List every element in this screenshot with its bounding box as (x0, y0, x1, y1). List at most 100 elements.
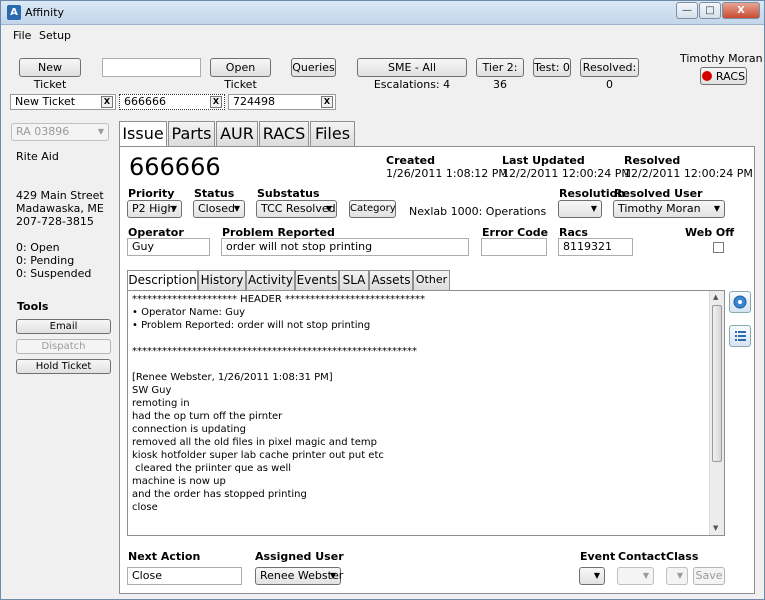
app-logo-icon: A (7, 5, 21, 20)
chevron-down-icon: ▼ (325, 204, 332, 213)
dispatch-button[interactable]: Dispatch (16, 339, 111, 354)
status-label: Status (194, 187, 235, 200)
priority-label: Priority (128, 187, 175, 200)
doc-tab-new-ticket[interactable]: New Ticket X (10, 94, 116, 110)
store-select-value: RA 03896 (16, 125, 70, 138)
close-tab-icon[interactable]: X (321, 96, 333, 108)
last-updated-value: 12/2/2011 12:00:24 PM (502, 167, 631, 180)
tab-other[interactable]: Other (413, 270, 450, 290)
web-off-checkbox[interactable] (713, 242, 724, 253)
description-scrollbar[interactable]: ▲ ▼ (709, 291, 724, 535)
open-count: 0: Open (16, 241, 60, 254)
description-text: ********************* HEADER ***********… (132, 294, 426, 513)
sme-escalations-button[interactable]: SME - All Escalations: 4 (357, 58, 467, 91)
chevron-down-icon: ▼ (642, 571, 649, 580)
resolved-button[interactable]: Resolved: 0 (580, 58, 639, 91)
tab-racs[interactable]: RACS (259, 121, 309, 146)
test-button[interactable]: Test: 0 (533, 58, 571, 77)
doc-tab-label: 666666 (124, 95, 166, 108)
web-off-label: Web Off (685, 226, 735, 239)
doc-tab-724498[interactable]: 724498 X (228, 94, 336, 110)
status-select[interactable]: Closed ▼ (193, 200, 245, 218)
tab-history[interactable]: History (198, 270, 246, 290)
menu-file[interactable]: File (13, 29, 31, 42)
tab-activity[interactable]: Activity (246, 270, 295, 290)
minimize-button[interactable]: — (676, 2, 698, 19)
list-side-button[interactable] (729, 325, 751, 347)
store-select[interactable]: RA 03896 ▼ (11, 123, 109, 141)
problem-reported-field[interactable]: order will not stop printing (221, 238, 469, 256)
category-button[interactable]: Category (349, 200, 396, 218)
tier2-button[interactable]: Tier 2: 36 (476, 58, 524, 91)
tab-issue[interactable]: Issue (119, 121, 167, 147)
menu-setup[interactable]: Setup (39, 29, 71, 42)
resolution-select[interactable]: ▼ (558, 200, 602, 218)
disc-icon (733, 295, 747, 309)
substatus-select[interactable]: TCC Resolved ▼ (256, 200, 337, 218)
close-tab-icon[interactable]: X (101, 96, 113, 108)
tab-description[interactable]: Description (127, 270, 198, 291)
close-tab-icon[interactable]: X (210, 96, 222, 108)
resolved-user-select[interactable]: Timothy Moran ▼ (613, 200, 725, 218)
assigned-user-select[interactable]: Renee Webster ▼ (255, 567, 343, 585)
operator-field[interactable]: Guy (127, 238, 210, 256)
new-ticket-button[interactable]: New Ticket (19, 58, 81, 91)
refresh-side-button[interactable] (729, 291, 751, 313)
tab-events[interactable]: Events (295, 270, 339, 290)
priority-select[interactable]: P2 High ▼ (127, 200, 182, 218)
close-window-button[interactable]: X (722, 2, 760, 19)
scroll-thumb[interactable] (712, 305, 722, 462)
open-ticket-button[interactable]: Open Ticket (210, 58, 271, 91)
ticket-number: 666666 (129, 153, 221, 181)
chevron-down-icon: ▼ (329, 571, 336, 580)
store-address-line2: Madawaska, ME (16, 202, 104, 215)
chevron-down-icon: ▼ (713, 204, 720, 213)
next-action-field[interactable]: Close (127, 567, 242, 585)
contact-select[interactable]: ▼ (617, 567, 654, 585)
store-name: Rite Aid (16, 150, 59, 163)
chevron-down-icon: ▼ (170, 204, 177, 213)
hold-ticket-button[interactable]: Hold Ticket (16, 359, 111, 374)
chevron-down-icon: ▼ (593, 571, 600, 580)
ticket-search-input[interactable] (102, 58, 201, 77)
status-value: Closed (198, 202, 235, 215)
menu-bar: File Setup (1, 25, 764, 45)
racs-button[interactable]: RACS (700, 67, 747, 85)
save-button[interactable]: Save (693, 567, 725, 585)
current-user-label: Timothy Moran (680, 52, 763, 65)
tab-parts[interactable]: Parts (168, 121, 215, 146)
event-select[interactable]: ▼ (579, 567, 605, 585)
maximize-button[interactable]: □ (699, 2, 721, 19)
event-label: Event (580, 550, 616, 563)
created-label: Created (386, 154, 435, 167)
description-textarea[interactable]: ********************* HEADER ***********… (127, 290, 725, 536)
category-value: Nexlab 1000: Operations (409, 205, 547, 218)
tab-assets[interactable]: Assets (369, 270, 413, 290)
tab-sla[interactable]: SLA (339, 270, 369, 290)
resolved-user-label: Resolved User (614, 187, 703, 200)
contact-label: Contact (618, 550, 666, 563)
scroll-up-icon[interactable]: ▲ (713, 293, 718, 301)
doc-tab-label: New Ticket (15, 95, 76, 108)
created-value: 1/26/2011 1:08:12 PM (386, 167, 508, 180)
scroll-down-icon[interactable]: ▼ (713, 524, 718, 532)
list-icon (735, 331, 746, 341)
error-code-field[interactable] (481, 238, 547, 256)
queries-button[interactable]: Queries (291, 58, 336, 77)
doc-tab-label: 724498 (233, 95, 275, 108)
next-action-label: Next Action (128, 550, 201, 563)
chevron-down-icon: ▼ (233, 204, 240, 213)
tab-aur[interactable]: AUR (216, 121, 258, 146)
resolved-value: 12/2/2011 12:00:24 PM (624, 167, 753, 180)
priority-value: P2 High (132, 202, 175, 215)
racs-field[interactable]: 8119321 (558, 238, 633, 256)
class-select[interactable]: ▼ (666, 567, 688, 585)
chevron-down-icon: ▼ (676, 571, 683, 580)
store-address-line1: 429 Main Street (16, 189, 104, 202)
substatus-value: TCC Resolved (261, 202, 336, 215)
doc-tab-666666[interactable]: 666666 X (119, 94, 225, 110)
tools-heading: Tools (17, 300, 49, 313)
store-phone: 207-728-3815 (16, 215, 94, 228)
email-button[interactable]: Email (16, 319, 111, 334)
tab-files[interactable]: Files (310, 121, 355, 146)
